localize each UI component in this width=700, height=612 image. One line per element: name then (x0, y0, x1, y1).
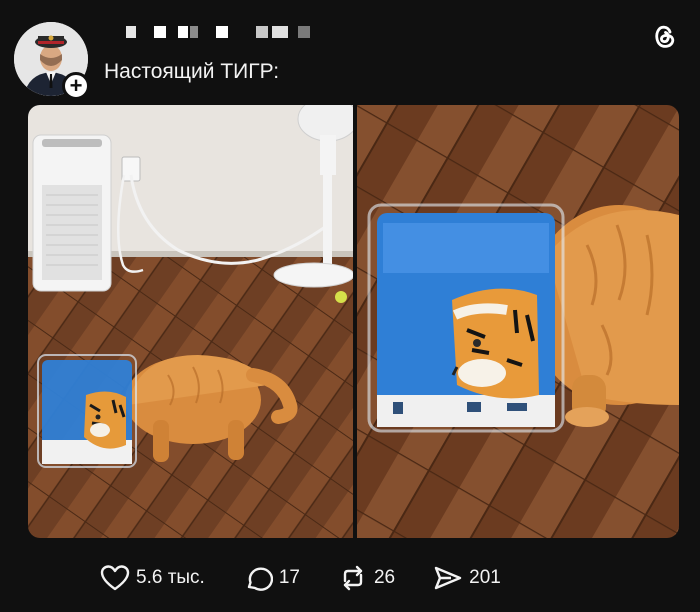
plus-icon: + (69, 73, 83, 98)
share-icon (434, 566, 462, 590)
repost-button[interactable]: 26 (338, 564, 395, 592)
follow-button[interactable]: + (62, 72, 90, 100)
reply-button[interactable]: 17 (243, 564, 300, 592)
photo-cat-room[interactable] (28, 105, 353, 538)
repost-icon (343, 565, 363, 591)
cat-in-package-photo-1 (28, 105, 353, 538)
post-text: Настоящий ТИГР: (104, 60, 280, 83)
like-count: 5.6 тыс. (136, 567, 205, 588)
reply-count: 17 (278, 567, 300, 588)
photo-cat-closeup[interactable] (357, 105, 679, 538)
comment-icon (247, 567, 273, 591)
like-button[interactable]: 5.6 тыс. (100, 564, 205, 592)
threads-logo-icon[interactable] (648, 20, 680, 52)
cat-in-package-photo-2 (357, 105, 679, 538)
share-button[interactable]: 201 (433, 564, 501, 592)
repost-count: 26 (373, 567, 396, 588)
heart-icon (100, 565, 130, 591)
post-actions: 5.6 тыс. 17 26 201 (100, 564, 539, 592)
username-censored[interactable] (126, 26, 310, 40)
share-count: 201 (469, 567, 501, 588)
post-media-carousel[interactable] (28, 105, 679, 538)
